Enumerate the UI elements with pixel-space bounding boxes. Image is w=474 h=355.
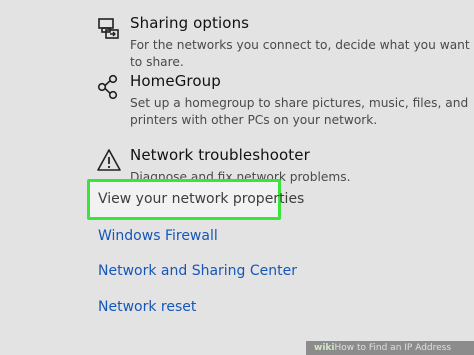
sharing-options-description: For the networks you connect to, decide …	[130, 38, 470, 69]
homegroup-description: Set up a homegroup to share pictures, mu…	[130, 96, 469, 127]
homegroup-item[interactable]: HomeGroup Set up a homegroup to share pi…	[96, 72, 474, 127]
sharing-options-item[interactable]: Sharing options For the networks you con…	[96, 14, 474, 69]
view-network-properties-highlight: View your network properties	[87, 179, 304, 220]
network-reset-link[interactable]: Network reset	[98, 299, 196, 315]
network-troubleshooter-title: Network troubleshooter	[130, 146, 310, 164]
sharing-options-icon	[96, 16, 122, 42]
homegroup-icon	[96, 74, 122, 100]
windows-firewall-link[interactable]: Windows Firewall	[98, 228, 218, 244]
warning-triangle-icon	[96, 148, 122, 174]
watermark-brand: wiki	[314, 343, 335, 353]
homegroup-title: HomeGroup	[130, 72, 221, 90]
watermark-title: How to Find an IP Address	[334, 343, 452, 353]
sharing-options-title: Sharing options	[130, 14, 250, 32]
wikihow-watermark: wikiHow to Find an IP Address	[306, 341, 474, 355]
view-network-properties-link[interactable]: View your network properties	[98, 191, 304, 207]
network-sharing-center-link[interactable]: Network and Sharing Center	[98, 263, 297, 279]
